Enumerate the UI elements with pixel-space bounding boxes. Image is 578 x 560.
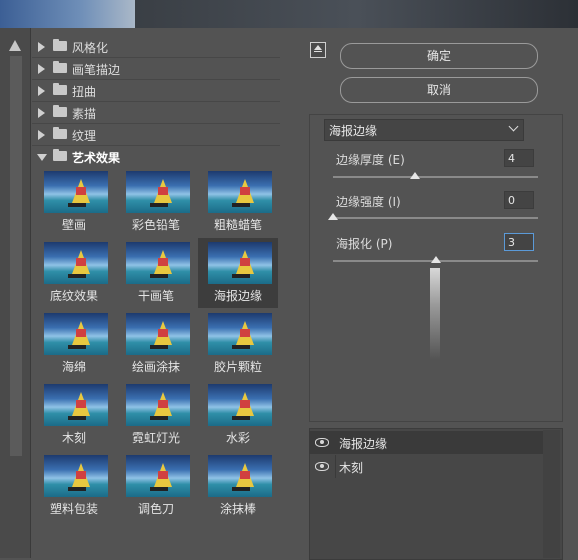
posterization-input[interactable]: 3 bbox=[504, 233, 534, 251]
category-texture[interactable]: 纹理 bbox=[32, 124, 280, 146]
filter-thumb-6[interactable]: 海绵 bbox=[34, 309, 114, 379]
layer-name: 木刻 bbox=[339, 461, 364, 475]
slider-tooltip-fade bbox=[430, 268, 440, 360]
eye-icon[interactable] bbox=[315, 438, 329, 447]
palette-knife-thumbnail[interactable] bbox=[126, 455, 190, 497]
cutout-thumbnail[interactable] bbox=[44, 384, 108, 426]
filter-thumb-4[interactable]: 干画笔 bbox=[116, 238, 196, 308]
expand-arrow-icon[interactable] bbox=[38, 64, 45, 74]
edge-thickness-track[interactable] bbox=[333, 176, 538, 178]
filter-select[interactable]: 海报边缘 bbox=[324, 119, 524, 141]
rough-pastels-thumbnail[interactable] bbox=[208, 171, 272, 213]
filter-thumb-13[interactable]: 调色刀 bbox=[116, 451, 196, 521]
filter-thumb-14[interactable]: 涂抹棒 bbox=[198, 451, 278, 521]
smudge-stick-thumbnail[interactable] bbox=[208, 455, 272, 497]
sponge-thumbnail[interactable] bbox=[44, 313, 108, 355]
filter-thumb-label: 粗糙蜡笔 bbox=[213, 218, 262, 232]
folder-icon bbox=[53, 149, 67, 161]
filter-thumb-label: 海报边缘 bbox=[213, 289, 262, 303]
plastic-wrap-thumbnail[interactable] bbox=[44, 455, 108, 497]
category-distort[interactable]: 扭曲 bbox=[32, 80, 280, 102]
folder-icon bbox=[53, 105, 67, 117]
filter-gallery: 风格化 画笔描边 扭曲 素描 纹理 艺术效果 壁画 彩色铅笔 粗糙蜡笔底纹效果 干画笔… bbox=[32, 36, 285, 558]
filter-thumb-11[interactable]: 水彩 bbox=[198, 380, 278, 450]
collapse-gallery-icon[interactable] bbox=[310, 42, 326, 58]
category-label: 扭曲 bbox=[72, 85, 97, 99]
poster-edges-thumbnail[interactable] bbox=[208, 242, 272, 284]
filter-thumb-7[interactable]: 绘画涂抹 bbox=[116, 309, 196, 379]
effect-layer-poster-edges[interactable]: 海报边缘 bbox=[309, 431, 543, 454]
filter-thumb-label: 调色刀 bbox=[137, 502, 174, 516]
category-stylize[interactable]: 风格化 bbox=[32, 36, 280, 58]
category-brush-strokes[interactable]: 画笔描边 bbox=[32, 58, 280, 80]
folder-icon bbox=[53, 127, 67, 139]
edge-intensity-input[interactable]: 0 bbox=[504, 191, 534, 209]
filter-thumb-label: 胶片颗粒 bbox=[213, 360, 262, 374]
scroll-track[interactable] bbox=[10, 56, 22, 456]
watercolor-thumbnail[interactable] bbox=[208, 384, 272, 426]
posterization-slider[interactable] bbox=[430, 256, 441, 263]
filter-select-value: 海报边缘 bbox=[329, 124, 378, 138]
layers-scrollbar[interactable] bbox=[543, 430, 560, 558]
filter-thumb-0[interactable]: 壁画 bbox=[34, 167, 114, 237]
filter-thumb-label: 底纹效果 bbox=[49, 289, 98, 303]
filter-thumb-12[interactable]: 塑料包装 bbox=[34, 451, 114, 521]
filter-thumb-1[interactable]: 彩色铅笔 bbox=[116, 167, 196, 237]
edge-intensity-slider[interactable] bbox=[328, 213, 338, 220]
filter-thumb-label: 木刻 bbox=[61, 431, 86, 445]
category-label: 风格化 bbox=[72, 41, 109, 55]
edge-thickness-label: 边缘厚度 (E) bbox=[336, 153, 405, 167]
category-label: 艺术效果 bbox=[72, 151, 121, 165]
underpainting-thumbnail[interactable] bbox=[44, 242, 108, 284]
expand-arrow-icon[interactable] bbox=[38, 86, 45, 96]
category-sketch[interactable]: 素描 bbox=[32, 102, 280, 124]
filter-thumb-label: 霓虹灯光 bbox=[131, 431, 180, 445]
film-grain-thumbnail[interactable] bbox=[208, 313, 272, 355]
layer-name: 海报边缘 bbox=[339, 437, 388, 451]
ok-button[interactable]: 确定 bbox=[340, 43, 538, 69]
category-label: 画笔描边 bbox=[72, 63, 121, 77]
filter-thumb-label: 水彩 bbox=[225, 431, 250, 445]
expand-arrow-icon[interactable] bbox=[38, 130, 45, 140]
category-label: 纹理 bbox=[72, 129, 97, 143]
folder-icon bbox=[53, 83, 67, 95]
expand-arrow-icon[interactable] bbox=[38, 42, 45, 52]
dry-brush-thumbnail[interactable] bbox=[126, 242, 190, 284]
filter-thumb-3[interactable]: 底纹效果 bbox=[34, 238, 114, 308]
expand-arrow-icon[interactable] bbox=[38, 108, 45, 118]
folder-icon bbox=[53, 39, 67, 51]
filter-thumb-10[interactable]: 霓虹灯光 bbox=[116, 380, 196, 450]
category-artistic[interactable]: 艺术效果 bbox=[32, 146, 280, 167]
category-label: 素描 bbox=[72, 107, 97, 121]
scroll-up-arrow-icon[interactable] bbox=[9, 40, 21, 51]
filter-thumb-2[interactable]: 粗糙蜡笔 bbox=[198, 167, 278, 237]
filter-thumb-label: 涂抹棒 bbox=[219, 502, 256, 516]
paint-daubs-thumbnail[interactable] bbox=[126, 313, 190, 355]
filter-thumb-9[interactable]: 木刻 bbox=[34, 380, 114, 450]
edge-intensity-label: 边缘强度 (I) bbox=[336, 195, 401, 209]
filter-thumb-5[interactable]: 海报边缘 bbox=[198, 238, 278, 308]
eye-icon[interactable] bbox=[315, 462, 329, 471]
effect-layer-cutout[interactable]: 木刻 bbox=[309, 455, 543, 478]
filter-thumb-label: 干画笔 bbox=[137, 289, 174, 303]
folder-icon bbox=[53, 61, 67, 73]
edge-thickness-slider[interactable] bbox=[410, 172, 420, 179]
colored-pencil-thumbnail[interactable] bbox=[126, 171, 190, 213]
filter-thumb-label: 海绵 bbox=[61, 360, 86, 374]
chevron-down-icon bbox=[508, 121, 519, 132]
edge-thickness-input[interactable]: 4 bbox=[504, 149, 534, 167]
filter-thumb-label: 绘画涂抹 bbox=[131, 360, 180, 374]
cancel-button[interactable]: 取消 bbox=[340, 77, 538, 103]
fresco-thumbnail[interactable] bbox=[44, 171, 108, 213]
filter-thumb-label: 彩色铅笔 bbox=[131, 218, 180, 232]
filter-thumb-label: 塑料包装 bbox=[49, 502, 98, 516]
filter-thumb-8[interactable]: 胶片颗粒 bbox=[198, 309, 278, 379]
posterization-label: 海报化 (P) bbox=[336, 237, 393, 251]
filter-thumb-label: 壁画 bbox=[61, 218, 86, 232]
neon-glow-thumbnail[interactable] bbox=[126, 384, 190, 426]
background-image-strip bbox=[0, 0, 578, 28]
collapse-arrow-icon[interactable] bbox=[37, 154, 47, 161]
edge-intensity-track[interactable] bbox=[333, 217, 538, 219]
